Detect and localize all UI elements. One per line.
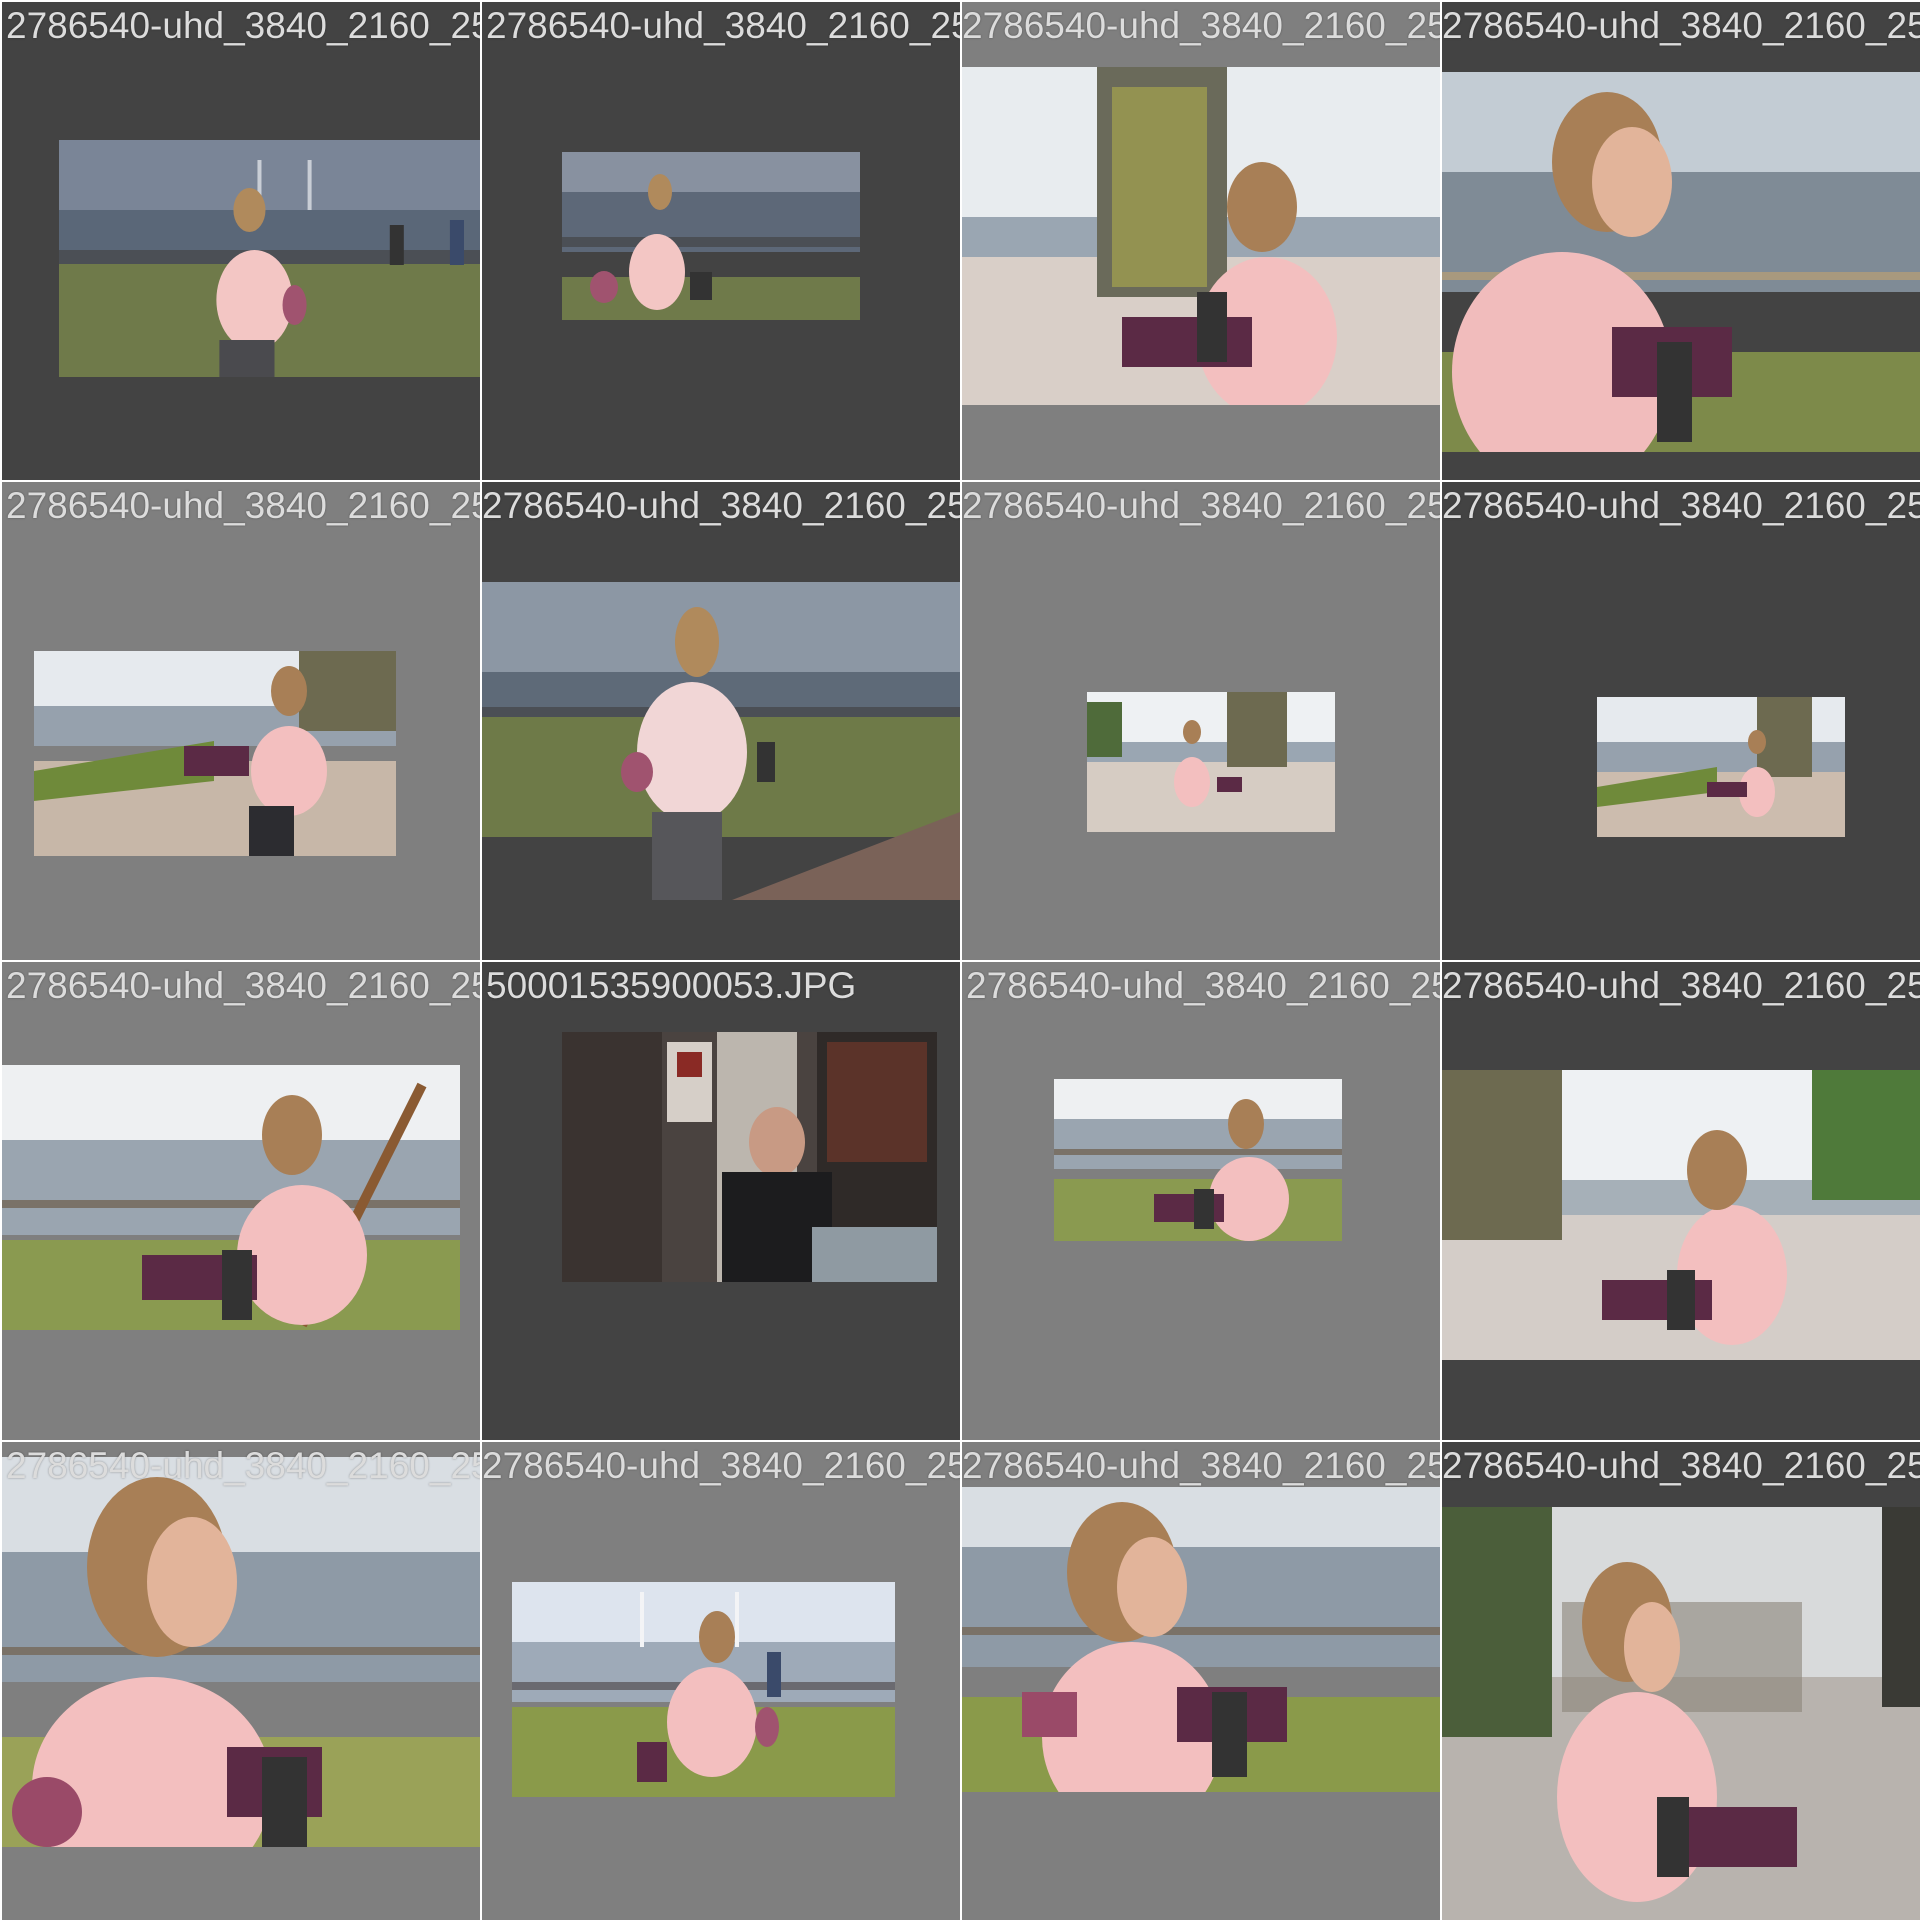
photo-woman-bridge-background (512, 1582, 895, 1797)
photo-woman-profile-closeup (2, 1457, 480, 1847)
photo-woman-pier-wide (1087, 692, 1335, 832)
photo-woman-walking-side (562, 152, 860, 320)
thumbnail-label-8: 2786540-uhd_3840_2160_25fps_frame_0660 (1442, 485, 1920, 526)
thumbnail-cell-2[interactable]: 2786540-uhd_3840_2160_25fps_frame_0330 (482, 2, 960, 480)
thumbnail-label-1: 2786540-uhd_3840_2160_25fps_frame_0330 (6, 5, 480, 46)
thumbnail-cell-6[interactable]: 2786540-uhd_3840_2160_25fps_frame_0270 (482, 482, 960, 960)
thumbnail-cell-10[interactable]: 50001535900053.JPG (482, 962, 960, 1440)
thumbnail-cell-4[interactable]: 2786540-uhd_3840_2160_25fps_frame_0120 (1442, 2, 1920, 480)
thumbnail-cell-9[interactable]: 2786540-uhd_3840_2160_25fps_frame_0660 (2, 962, 480, 1440)
thumbnail-cell-11[interactable]: 2786540-uhd_3840_2160_25fps_frame_0420 (962, 962, 1440, 1440)
photo-woman-pier-crane (962, 67, 1440, 405)
thumbnail-cell-3[interactable]: 2786540-uhd_3840_2160_25fps_frame_0540 (962, 2, 1440, 480)
photo-woman-riverside-small (1597, 697, 1845, 837)
thumbnail-cell-8[interactable]: 2786540-uhd_3840_2160_25fps_frame_0660 (1442, 482, 1920, 960)
thumbnail-cell-15[interactable]: 2786540-uhd_3840_2160_25fps_frame_0630 (962, 1442, 1440, 1920)
photo-woman-boardwalk (34, 651, 396, 856)
thumbnail-label-14: 2786540-uhd_3840_2160_25fps_frame_0450 (482, 1445, 960, 1486)
photo-woman-profile-river (962, 1487, 1440, 1792)
thumbnail-cell-7[interactable]: 2786540-uhd_3840_2160_25fps_frame_0630 (962, 482, 1440, 960)
photo-woman-railing (1054, 1079, 1342, 1241)
thumbnail-label-9: 2786540-uhd_3840_2160_25fps_frame_0660 (6, 965, 480, 1006)
thumbnail-label-2: 2786540-uhd_3840_2160_25fps_frame_0330 (486, 5, 960, 46)
thumbnail-cell-12[interactable]: 2786540-uhd_3840_2160_25fps_frame_0420 (1442, 962, 1920, 1440)
thumbnail-cell-1[interactable]: 2786540-uhd_3840_2160_25fps_frame_0330 (2, 2, 480, 480)
photo-woman-back-bridge (59, 140, 480, 377)
thumbnail-cell-14[interactable]: 2786540-uhd_3840_2160_25fps_frame_0450 (482, 1442, 960, 1920)
thumbnail-label-15: 2786540-uhd_3840_2160_25fps_frame_0630 (962, 1445, 1440, 1486)
photo-woman-river-walk (2, 1065, 460, 1330)
thumbnail-label-4: 2786540-uhd_3840_2160_25fps_frame_0120 (1442, 5, 1920, 46)
thumbnail-label-7: 2786540-uhd_3840_2160_25fps_frame_0630 (962, 485, 1440, 526)
photo-woman-plaza-closeup (1442, 1507, 1920, 1920)
thumbnail-label-6: 2786540-uhd_3840_2160_25fps_frame_0270 (482, 485, 960, 526)
thumbnail-cell-13[interactable]: 2786540-uhd_3840_2160_25fps_frame_0450 (2, 1442, 480, 1920)
thumbnail-label-12: 2786540-uhd_3840_2160_25fps_frame_0420 (1442, 965, 1920, 1006)
thumbnail-label-5: 2786540-uhd_3840_2160_25fps_frame_0270 (6, 485, 480, 526)
thumbnail-label-11: 2786540-uhd_3840_2160_25fps_frame_0420 (966, 965, 1440, 1006)
thumbnail-label-10: 50001535900053.JPG (486, 965, 857, 1006)
thumbnail-label-16: 2786540-uhd_3840_2160_25fps_frame_0480 (1442, 1445, 1920, 1486)
photo-woman-back-promenade (482, 582, 960, 900)
photo-woman-plaza-trees (1442, 1070, 1920, 1360)
thumbnail-cell-5[interactable]: 2786540-uhd_3840_2160_25fps_frame_0270 (2, 482, 480, 960)
thumbnail-cell-16[interactable]: 2786540-uhd_3840_2160_25fps_frame_0480 (1442, 1442, 1920, 1920)
thumbnail-label-3: 2786540-uhd_3840_2160_25fps_frame_0540 (962, 5, 1440, 46)
thumbnail-grid: 2786540-uhd_3840_2160_25fps_frame_0330 2… (0, 0, 1920, 1920)
photo-man-in-shop (562, 1032, 937, 1282)
photo-woman-closeup-water (1442, 72, 1920, 452)
